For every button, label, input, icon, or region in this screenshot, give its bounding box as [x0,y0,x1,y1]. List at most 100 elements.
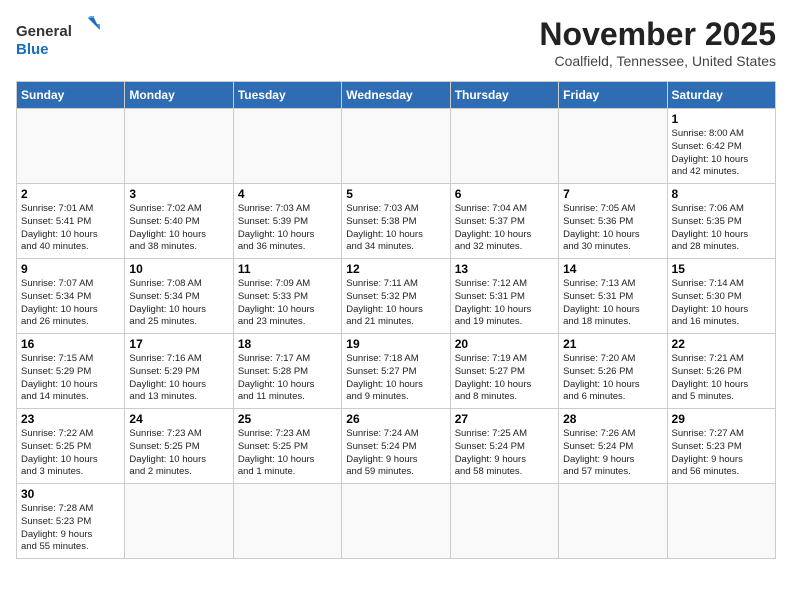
title-area: November 2025 Coalfield, Tennessee, Unit… [539,16,776,69]
day-number: 21 [563,337,662,351]
weekday-header: Tuesday [233,82,341,109]
calendar-week-row: 16 Sunrise: 7:15 AM Sunset: 5:29 PM Dayli… [17,334,776,409]
calendar-cell [559,109,667,184]
logo-svg: General Blue [16,16,106,60]
day-info: Sunrise: 7:22 AM Sunset: 5:25 PM Dayligh… [21,428,120,479]
calendar-cell: 19 Sunrise: 7:18 AM Sunset: 5:27 PM Dayli… [342,334,450,409]
svg-text:Blue: Blue [16,41,49,58]
day-info: Sunrise: 7:25 AM Sunset: 5:24 PM Dayligh… [455,428,554,479]
calendar-cell: 15 Sunrise: 7:14 AM Sunset: 5:30 PM Dayli… [667,259,775,334]
day-number: 4 [238,187,337,201]
day-number: 19 [346,337,445,351]
day-info: Sunrise: 7:28 AM Sunset: 5:23 PM Dayligh… [21,503,120,554]
day-number: 3 [129,187,228,201]
day-info: Sunrise: 7:09 AM Sunset: 5:33 PM Dayligh… [238,278,337,329]
day-info: Sunrise: 7:23 AM Sunset: 5:25 PM Dayligh… [129,428,228,479]
day-number: 13 [455,262,554,276]
weekday-header: Monday [125,82,233,109]
day-info: Sunrise: 7:21 AM Sunset: 5:26 PM Dayligh… [672,353,771,404]
calendar-cell: 13Sunrise: 7:12 AM Sunset: 5:31 PM Dayli… [450,259,558,334]
day-info: Sunrise: 7:04 AM Sunset: 5:37 PM Dayligh… [455,203,554,254]
day-number: 15 [672,262,771,276]
day-info: Sunrise: 7:24 AM Sunset: 5:24 PM Dayligh… [346,428,445,479]
day-number: 6 [455,187,554,201]
header: General Blue November 2025 Coalfield, Te… [16,16,776,69]
calendar-cell: 9Sunrise: 7:07 AM Sunset: 5:34 PM Daylig… [17,259,125,334]
calendar-cell: 10 Sunrise: 7:08 AM Sunset: 5:34 PM Dayli… [125,259,233,334]
day-number: 17 [129,337,228,351]
calendar-cell: 6 Sunrise: 7:04 AM Sunset: 5:37 PM Daylig… [450,184,558,259]
day-info: Sunrise: 7:03 AM Sunset: 5:39 PM Dayligh… [238,203,337,254]
day-number: 24 [129,412,228,426]
calendar-week-row: 2 Sunrise: 7:01 AM Sunset: 5:41 PM Daylig… [17,184,776,259]
calendar-cell: 3 Sunrise: 7:02 AM Sunset: 5:40 PM Daylig… [125,184,233,259]
calendar-cell: 2 Sunrise: 7:01 AM Sunset: 5:41 PM Daylig… [17,184,125,259]
day-info: Sunrise: 7:01 AM Sunset: 5:41 PM Dayligh… [21,203,120,254]
calendar-cell: 4 Sunrise: 7:03 AM Sunset: 5:39 PM Daylig… [233,184,341,259]
calendar-cell: 17 Sunrise: 7:16 AM Sunset: 5:29 PM Dayli… [125,334,233,409]
calendar-cell: 5 Sunrise: 7:03 AM Sunset: 5:38 PM Daylig… [342,184,450,259]
calendar-week-row: 1 Sunrise: 8:00 AM Sunset: 6:42 PM Daylig… [17,109,776,184]
day-number: 7 [563,187,662,201]
day-number: 28 [563,412,662,426]
day-info: Sunrise: 7:15 AM Sunset: 5:29 PM Dayligh… [21,353,120,404]
day-info: Sunrise: 7:08 AM Sunset: 5:34 PM Dayligh… [129,278,228,329]
calendar-cell: 11Sunrise: 7:09 AM Sunset: 5:33 PM Dayli… [233,259,341,334]
location-title: Coalfield, Tennessee, United States [539,53,776,69]
day-info: Sunrise: 7:17 AM Sunset: 5:28 PM Dayligh… [238,353,337,404]
calendar-cell: 1 Sunrise: 8:00 AM Sunset: 6:42 PM Daylig… [667,109,775,184]
day-info: Sunrise: 7:23 AM Sunset: 5:25 PM Dayligh… [238,428,337,479]
calendar-cell: 21 Sunrise: 7:20 AM Sunset: 5:26 PM Dayli… [559,334,667,409]
calendar-cell: 25 Sunrise: 7:23 AM Sunset: 5:25 PM Dayli… [233,409,341,484]
calendar-cell: 28 Sunrise: 7:26 AM Sunset: 5:24 PM Dayli… [559,409,667,484]
calendar-cell: 29Sunrise: 7:27 AM Sunset: 5:23 PM Dayli… [667,409,775,484]
day-info: Sunrise: 7:20 AM Sunset: 5:26 PM Dayligh… [563,353,662,404]
day-number: 25 [238,412,337,426]
day-number: 10 [129,262,228,276]
day-number: 29 [672,412,771,426]
day-info: Sunrise: 7:11 AM Sunset: 5:32 PM Dayligh… [346,278,445,329]
calendar-cell: 30Sunrise: 7:28 AM Sunset: 5:23 PM Dayli… [17,484,125,559]
weekday-header: Thursday [450,82,558,109]
day-number: 26 [346,412,445,426]
calendar-cell [17,109,125,184]
day-info: Sunrise: 8:00 AM Sunset: 6:42 PM Dayligh… [672,128,771,179]
calendar-cell: 16 Sunrise: 7:15 AM Sunset: 5:29 PM Dayli… [17,334,125,409]
day-number: 5 [346,187,445,201]
day-number: 2 [21,187,120,201]
day-info: Sunrise: 7:05 AM Sunset: 5:36 PM Dayligh… [563,203,662,254]
calendar-cell: 18 Sunrise: 7:17 AM Sunset: 5:28 PM Dayli… [233,334,341,409]
day-number: 20 [455,337,554,351]
day-info: Sunrise: 7:19 AM Sunset: 5:27 PM Dayligh… [455,353,554,404]
day-info: Sunrise: 7:18 AM Sunset: 5:27 PM Dayligh… [346,353,445,404]
calendar-cell [342,484,450,559]
day-number: 8 [672,187,771,201]
day-info: Sunrise: 7:02 AM Sunset: 5:40 PM Dayligh… [129,203,228,254]
calendar-cell [450,109,558,184]
weekday-header: Wednesday [342,82,450,109]
day-number: 27 [455,412,554,426]
day-info: Sunrise: 7:13 AM Sunset: 5:31 PM Dayligh… [563,278,662,329]
day-number: 12 [346,262,445,276]
day-number: 22 [672,337,771,351]
svg-text:General: General [16,23,72,40]
day-info: Sunrise: 7:14 AM Sunset: 5:30 PM Dayligh… [672,278,771,329]
weekday-header: Friday [559,82,667,109]
day-info: Sunrise: 7:26 AM Sunset: 5:24 PM Dayligh… [563,428,662,479]
day-info: Sunrise: 7:03 AM Sunset: 5:38 PM Dayligh… [346,203,445,254]
calendar-cell [233,109,341,184]
calendar-cell [667,484,775,559]
day-info: Sunrise: 7:16 AM Sunset: 5:29 PM Dayligh… [129,353,228,404]
calendar-cell: 14Sunrise: 7:13 AM Sunset: 5:31 PM Dayli… [559,259,667,334]
calendar-cell [125,484,233,559]
day-number: 16 [21,337,120,351]
calendar-cell: 27 Sunrise: 7:25 AM Sunset: 5:24 PM Dayli… [450,409,558,484]
weekday-header: Saturday [667,82,775,109]
day-number: 18 [238,337,337,351]
weekday-header: Sunday [17,82,125,109]
calendar-cell: 22 Sunrise: 7:21 AM Sunset: 5:26 PM Dayli… [667,334,775,409]
day-info: Sunrise: 7:07 AM Sunset: 5:34 PM Dayligh… [21,278,120,329]
calendar-cell: 24 Sunrise: 7:23 AM Sunset: 5:25 PM Dayli… [125,409,233,484]
day-number: 1 [672,112,771,126]
calendar-cell: 8Sunrise: 7:06 AM Sunset: 5:35 PM Daylig… [667,184,775,259]
